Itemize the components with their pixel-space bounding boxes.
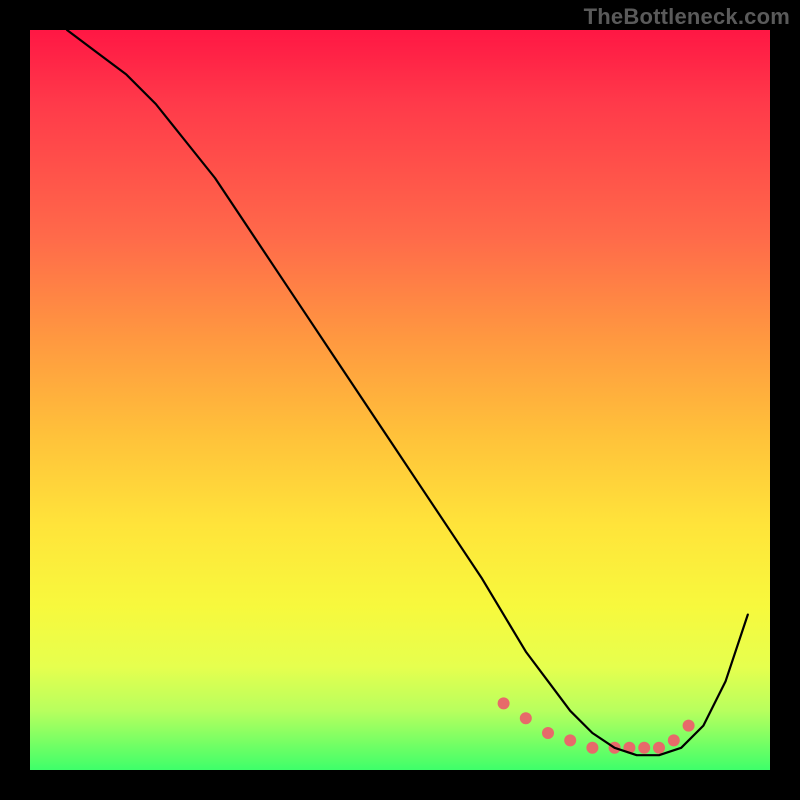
- highlight-dots: [498, 697, 695, 753]
- curve-line: [67, 30, 748, 755]
- highlight-dot: [520, 712, 532, 724]
- watermark-text: TheBottleneck.com: [584, 4, 790, 30]
- highlight-dot: [668, 734, 680, 746]
- highlight-dot: [586, 742, 598, 754]
- highlight-dot: [564, 734, 576, 746]
- chart-overlay: [30, 30, 770, 770]
- highlight-dot: [683, 720, 695, 732]
- highlight-dot: [653, 742, 665, 754]
- highlight-dot: [638, 742, 650, 754]
- highlight-dot: [542, 727, 554, 739]
- highlight-dot: [498, 697, 510, 709]
